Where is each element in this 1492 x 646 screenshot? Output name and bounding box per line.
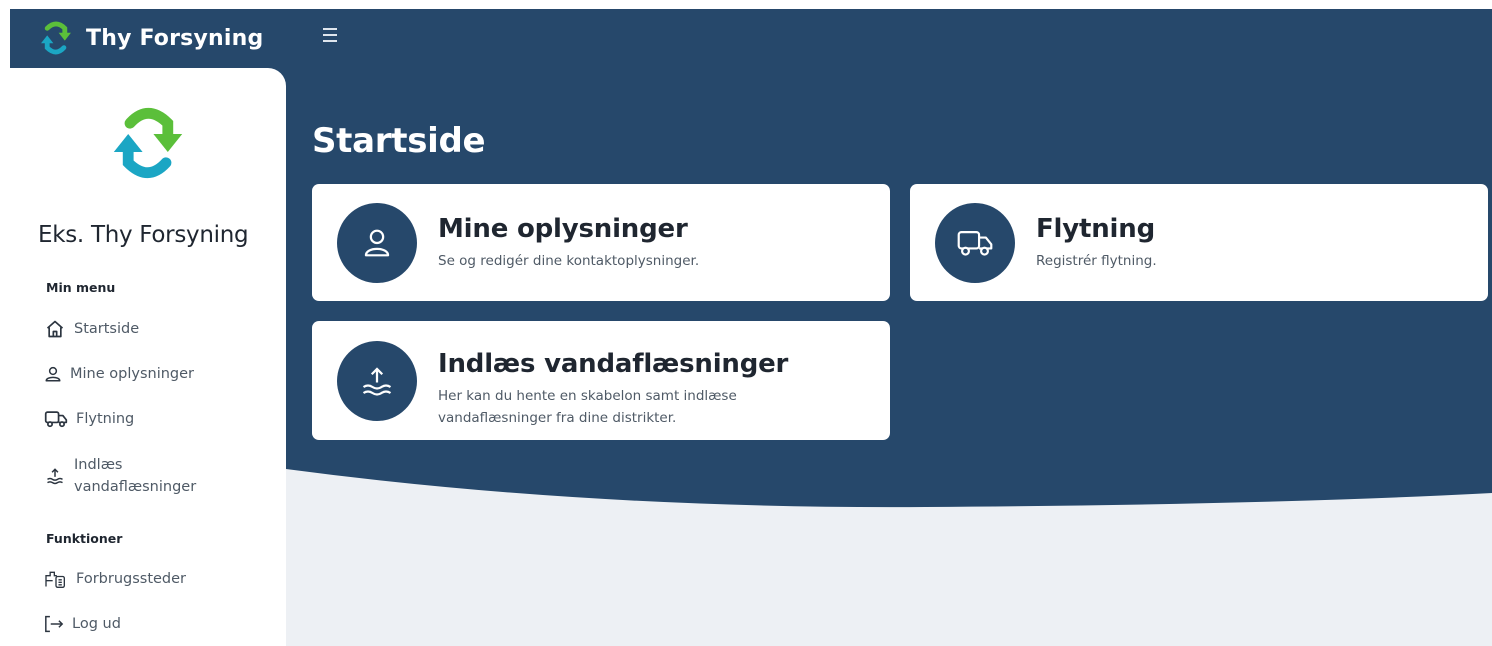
sidebar-item-label: Forbrugssteder	[76, 571, 187, 587]
section-label-min-menu: Min menu	[46, 280, 116, 295]
logout-icon	[44, 613, 64, 635]
water-upload-icon	[44, 465, 66, 487]
card-mine-oplysninger[interactable]: Mine oplysninger Se og redigér dine kont…	[312, 184, 890, 301]
sidebar-item-label: Log ud	[72, 616, 121, 632]
brand[interactable]: Thy Forsyning	[34, 14, 263, 62]
sidebar-item-indlaes-vandaflaesninger[interactable]: Indlæs vandaflæsninger	[44, 454, 196, 498]
sidebar-item-mine-oplysninger[interactable]: Mine oplysninger	[44, 363, 194, 385]
sidebar-item-label-line2: vandaflæsninger	[74, 479, 197, 495]
card-title: Flytning	[1036, 214, 1155, 244]
truck-icon	[44, 408, 68, 430]
sidebar-item-label-line1: Indlæs	[74, 457, 123, 473]
sidebar-item-startside[interactable]: Startside	[44, 318, 139, 340]
sidebar-item-label: Flytning	[76, 411, 135, 427]
app-frame: Thy Forsyning Eks. Thy Forsyning Min men…	[10, 9, 1492, 646]
card-description-line2: vandaflæsninger fra dine distrikter.	[438, 410, 677, 426]
top-bar: Thy Forsyning	[10, 9, 1492, 67]
card-title: Indlæs vandaflæsninger	[438, 349, 789, 379]
card-title: Mine oplysninger	[438, 214, 688, 244]
sidebar: Eks. Thy Forsyning Min menu Startside Mi…	[10, 68, 286, 646]
sidebar-item-label: Mine oplysninger	[70, 366, 194, 382]
card-flytning[interactable]: Flytning Registrér flytning.	[910, 184, 1488, 301]
building-doc-icon	[44, 568, 68, 590]
card-description: Her kan du hente en skabelon samt indlæs…	[438, 385, 737, 429]
sidebar-item-flytning[interactable]: Flytning	[44, 408, 134, 430]
truck-icon	[935, 203, 1015, 283]
card-description-line1: Her kan du hente en skabelon samt indlæs…	[438, 388, 737, 404]
sidebar-item-log-ud[interactable]: Log ud	[44, 613, 121, 635]
card-indlaes-vandaflaesninger[interactable]: Indlæs vandaflæsninger Her kan du hente …	[312, 321, 890, 440]
home-icon	[44, 318, 66, 340]
section-label-funktioner: Funktioner	[46, 531, 123, 546]
sidebar-item-forbrugssteder[interactable]: Forbrugssteder	[44, 568, 186, 590]
card-description: Se og redigér dine kontaktoplysninger.	[438, 253, 700, 269]
water-upload-icon	[337, 341, 417, 421]
user-icon	[337, 203, 417, 283]
user-icon	[44, 363, 62, 385]
brand-logo-icon	[41, 21, 71, 55]
organisation-name: Eks. Thy Forsyning	[38, 222, 249, 248]
sidebar-item-label: Startside	[74, 321, 140, 337]
page-title: Startside	[312, 121, 486, 161]
brand-name: Thy Forsyning	[86, 25, 264, 51]
card-description: Registrér flytning.	[1036, 253, 1157, 269]
hamburger-icon[interactable]	[323, 25, 341, 45]
sidebar-logo-icon	[113, 107, 183, 179]
